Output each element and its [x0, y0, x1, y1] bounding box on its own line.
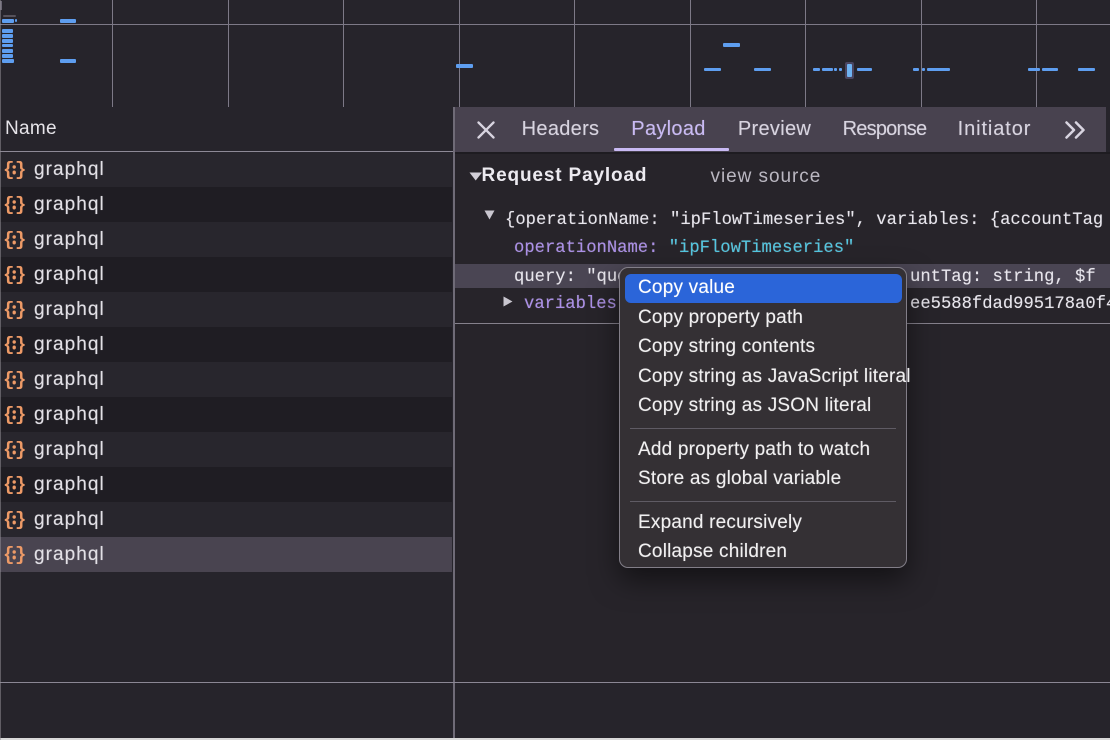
svg-text:{: { — [3, 159, 14, 179]
svg-text:{: { — [3, 369, 14, 389]
svg-text:}: } — [15, 544, 26, 564]
svg-text:}: } — [15, 264, 26, 284]
svg-text:}: } — [15, 369, 26, 389]
svg-text:{: { — [3, 544, 14, 564]
svg-text:}: } — [15, 439, 26, 459]
svg-text:}: } — [15, 404, 26, 424]
svg-text:}: } — [15, 474, 26, 494]
svg-text:{: { — [3, 229, 14, 249]
svg-text:}: } — [15, 194, 26, 214]
svg-text:}: } — [15, 509, 26, 529]
svg-text:{: { — [3, 439, 14, 459]
svg-text:{: { — [3, 194, 14, 214]
svg-text:{: { — [3, 474, 14, 494]
svg-text:{: { — [3, 404, 14, 424]
svg-text:{: { — [3, 264, 14, 284]
svg-text:}: } — [15, 159, 26, 179]
svg-text:}: } — [15, 229, 26, 249]
svg-text:}: } — [15, 334, 26, 354]
svg-text:{: { — [3, 509, 14, 529]
svg-text:}: } — [15, 299, 26, 319]
svg-text:{: { — [3, 299, 14, 319]
svg-text:{: { — [3, 334, 14, 354]
